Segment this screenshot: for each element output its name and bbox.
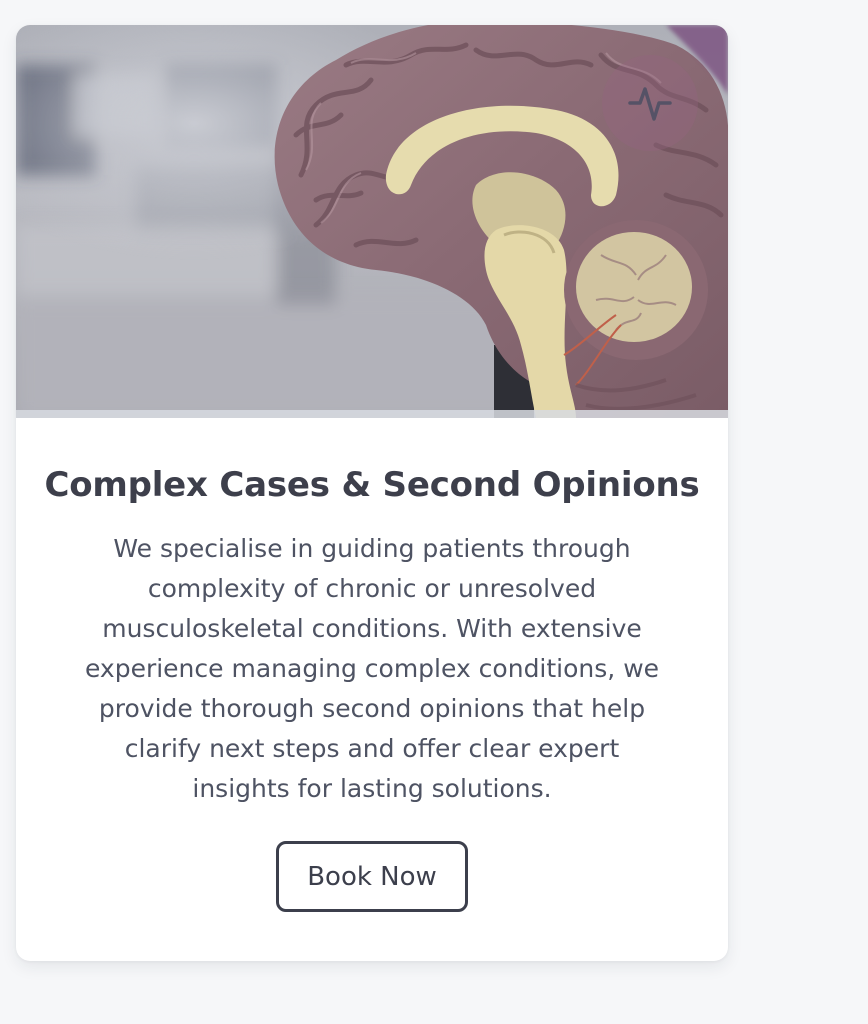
card-title: Complex Cases & Second Opinions: [44, 465, 700, 505]
icon-badge: [602, 55, 698, 151]
image-bottom-strip: [16, 410, 728, 418]
activity-pulse-icon: [626, 79, 674, 127]
service-card: Complex Cases & Second Opinions We speci…: [16, 25, 728, 961]
card-description: We specialise in guiding patients throug…: [84, 534, 660, 803]
book-now-button[interactable]: Book Now: [276, 841, 468, 912]
brain-model-image: [16, 25, 728, 418]
card-body: Complex Cases & Second Opinions We speci…: [16, 418, 728, 961]
